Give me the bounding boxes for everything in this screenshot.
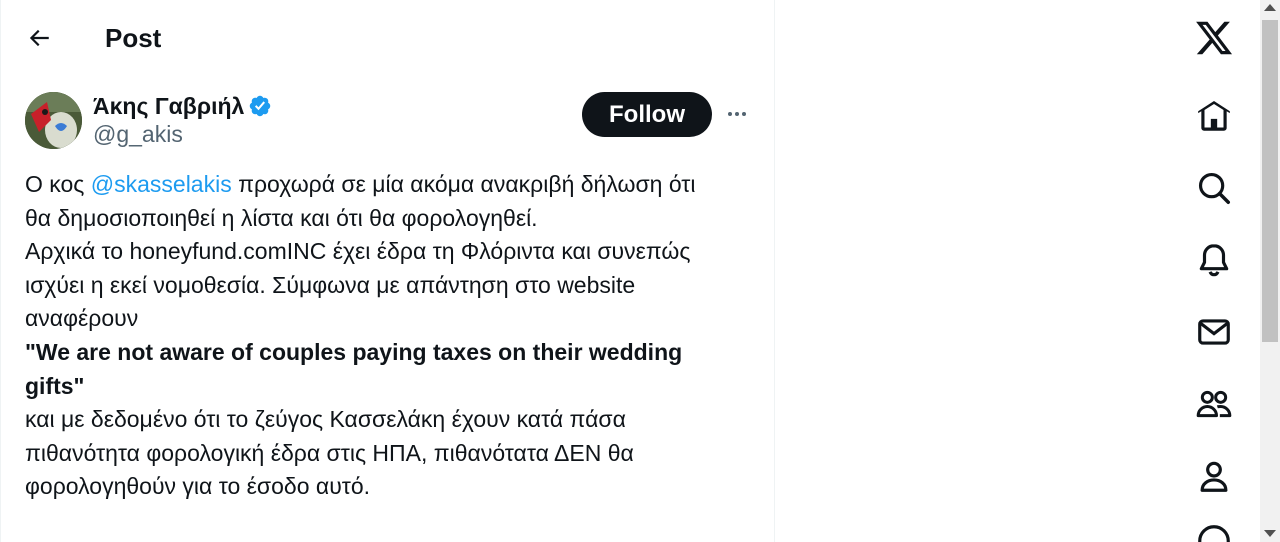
arrow-left-icon (29, 29, 49, 47)
nav-home[interactable] (1190, 92, 1238, 140)
post-text-line: θα δημοσιοποιηθεί η λίστα και ότι θα φορ… (25, 204, 538, 231)
scroll-down-arrow-icon[interactable] (1264, 530, 1276, 537)
profile-icon (1200, 461, 1228, 492)
mention-link[interactable]: @skasselakis (91, 171, 232, 197)
avatar[interactable] (25, 92, 82, 149)
post-text-line: αναφέρουν (25, 305, 139, 332)
post-text-line: φορολογηθούν για το έσοδο αυτό. (25, 473, 371, 500)
x-logo-icon (1196, 21, 1233, 55)
author-display-name[interactable]: Άκης Γαβριήλ (93, 92, 244, 120)
primary-column: Post Άκης Γαβριήλ @g_akis Follow Ο κος @… (0, 0, 775, 542)
home-icon (1198, 100, 1230, 131)
post-header: Post (1, 0, 776, 74)
more-circle-icon (1198, 525, 1230, 542)
avatar-image (25, 92, 82, 149)
nav-messages[interactable] (1190, 308, 1238, 356)
scrollbar-thumb[interactable] (1262, 20, 1278, 342)
more-options-button[interactable] (719, 98, 755, 130)
post-text: Ο κος @skasselakis προχωρά σε μία ακόμα … (25, 168, 755, 504)
communities-icon (1196, 390, 1232, 418)
post-text-quote-line: "We are not aware of couples paying taxe… (25, 338, 683, 365)
nav-profile[interactable] (1190, 452, 1238, 500)
page-scrollbar[interactable] (1260, 0, 1280, 542)
navigation-rail (1176, 0, 1260, 542)
more-horizontal-icon (728, 112, 746, 116)
back-button[interactable] (21, 20, 57, 56)
x-logo-link[interactable] (1190, 14, 1238, 62)
scroll-up-arrow-icon[interactable] (1264, 4, 1276, 11)
author-name-row[interactable]: Άκης Γαβριήλ (93, 92, 272, 120)
post-text-line: και με δεδομένο ότι το ζεύγος Κασσελάκη … (25, 406, 626, 433)
author-handle[interactable]: @g_akis (93, 120, 183, 148)
notifications-bell-icon (1199, 244, 1229, 277)
post-text-segment: Ο κος (25, 171, 91, 197)
post-text-line: πιθανότητα φορολογική έδρα στις ΗΠΑ, πιθ… (25, 439, 634, 466)
search-icon (1198, 172, 1230, 204)
post-text-line: Ο κος @skasselakis προχωρά σε μία ακόμα … (25, 168, 755, 202)
verified-badge-icon (250, 95, 271, 117)
follow-button[interactable]: Follow (582, 92, 712, 137)
post-text-quote-line: gifts" (25, 372, 85, 399)
nav-explore[interactable] (1190, 164, 1238, 212)
page-title: Post (105, 23, 162, 53)
nav-communities[interactable] (1190, 380, 1238, 428)
post-text-segment: προχωρά σε μία ακόμα ανακριβή δήλωση ότι (231, 171, 696, 197)
post-text-line: Αρχικά το honeyfund.comINC έχει έδρα τη … (25, 238, 691, 265)
post-text-line: ισχύει η εκεί νομοθεσία. Σύμφωνα με απάν… (25, 271, 636, 298)
nav-notifications[interactable] (1190, 236, 1238, 284)
messages-envelope-icon (1198, 319, 1230, 345)
nav-more[interactable] (1190, 522, 1238, 542)
